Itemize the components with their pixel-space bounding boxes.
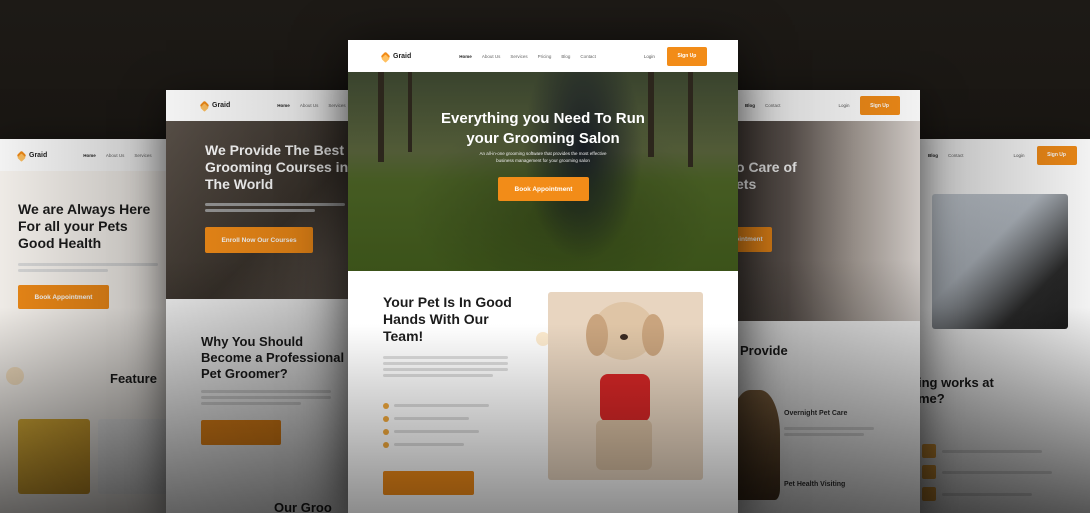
check-icon — [383, 402, 389, 409]
nav-link-blog[interactable]: Blog — [745, 103, 755, 108]
login-link[interactable]: Login — [1014, 153, 1025, 158]
check-icon — [383, 441, 389, 448]
nav-link-contact[interactable]: Contact — [765, 103, 781, 108]
section-description — [201, 390, 331, 408]
nav-links: Home About Us Services Pricing Blog Cont… — [459, 54, 596, 59]
nav-link-blog[interactable]: Blog — [561, 54, 570, 59]
enroll-courses-button[interactable]: Enroll Now Our Courses — [205, 227, 313, 253]
login-link[interactable]: Login — [839, 103, 850, 108]
hero-title: We are Always Here For all your Pets Goo… — [18, 201, 151, 252]
service-item[interactable]: Pet Health Visiting — [784, 481, 874, 488]
nav-link-services[interactable]: Services — [510, 54, 527, 59]
nav-link-blog[interactable]: Blog — [928, 153, 938, 158]
hero-banner: Everything you Need To Run your Grooming… — [348, 72, 738, 271]
logo: Graid — [380, 51, 412, 61]
nav-links: Home About Us Services — [83, 153, 151, 158]
nav-link-contact[interactable]: Contact — [580, 54, 596, 59]
nav-link-contact[interactable]: Contact — [948, 153, 964, 158]
signup-button[interactable]: Sign Up — [666, 46, 707, 66]
dog-ear-right — [642, 314, 664, 356]
nav-link-home[interactable]: Home — [83, 153, 96, 158]
logo-icon — [16, 150, 27, 160]
section-title: Your Pet Is In Good Hands With Our Team! — [383, 294, 512, 345]
section-title: Why You Should Become a Professional Pet… — [201, 334, 345, 381]
bottom-section-title: Our Groo — [274, 500, 332, 513]
feature-checklist — [383, 397, 489, 449]
service-item[interactable]: Overnight Pet Care — [784, 410, 874, 417]
template-preview-center: Graid Home About Us Services Pricing Blo… — [348, 40, 738, 513]
section-title: ing works at me? — [918, 375, 994, 406]
check-icon — [383, 428, 389, 435]
signup-button[interactable]: Sign Up — [859, 96, 900, 115]
section-button[interactable] — [201, 420, 281, 445]
nav-links: Home About Us Services — [277, 103, 345, 108]
nav-link-about[interactable]: About Us — [482, 54, 501, 59]
navbar: Graid Home About Us Services Pricing Blo… — [348, 40, 738, 72]
section-description — [383, 356, 508, 380]
nav-link-services[interactable]: Services — [134, 153, 151, 158]
logo-icon — [199, 100, 210, 111]
steps-list — [922, 441, 1052, 505]
paw-icon — [6, 367, 24, 385]
nav-links: Blog Contact — [745, 103, 781, 108]
hero-title: Everything you Need To Run your Grooming… — [441, 110, 645, 147]
brand-name: Graid — [29, 151, 48, 159]
template-preview-right-outer: Blog Contact Login Sign Up ing works at … — [900, 139, 1090, 513]
nav-link-services[interactable]: Services — [328, 103, 345, 108]
section-title: Provide — [740, 343, 788, 358]
template-preview-left-outer: Graid Home About Us Services We are Alwa… — [0, 139, 190, 513]
logo: Graid — [16, 150, 48, 160]
service-list: Overnight Pet Care Pet Health Visiting — [784, 410, 874, 488]
signup-button[interactable]: Sign Up — [1036, 145, 1077, 165]
dog-sweater — [600, 374, 650, 422]
dog-ear-left — [586, 314, 608, 356]
hero-title: We Provide The Best Grooming Courses in … — [205, 142, 349, 193]
login-link[interactable]: Login — [644, 54, 655, 59]
navbar: Blog Contact Login Sign Up — [900, 139, 1090, 171]
brand-name: Graid — [212, 102, 231, 109]
hero-photo-groomer — [932, 194, 1068, 329]
dog-legs — [596, 420, 652, 470]
nav-link-home[interactable]: Home — [277, 103, 290, 108]
check-icon — [383, 415, 389, 422]
nav-link-home[interactable]: Home — [459, 54, 472, 59]
hero-subtitle: An all-in-one grooming software that pro… — [479, 151, 607, 163]
book-appointment-button[interactable]: Book Appointment — [498, 177, 589, 201]
book-appointment-button[interactable]: Book Appointment — [18, 285, 109, 309]
navbar: Graid Home About Us Services — [0, 139, 190, 171]
dog-photo — [548, 292, 703, 480]
feature-image-tools — [98, 419, 170, 494]
nav-links: Blog Contact — [928, 153, 964, 158]
nav-link-about[interactable]: About Us — [300, 103, 319, 108]
hero-title: o Care of ets — [736, 159, 797, 193]
features-title: Feature — [110, 371, 157, 386]
hero-description — [205, 203, 345, 215]
logo: Graid — [199, 100, 231, 111]
dog-nose — [620, 334, 628, 340]
section-button[interactable] — [383, 471, 474, 495]
hero-description — [18, 263, 168, 275]
brand-name: Graid — [393, 52, 412, 60]
logo-icon — [380, 51, 391, 61]
feature-image-dog — [18, 419, 90, 494]
nav-link-about[interactable]: About Us — [106, 153, 125, 158]
nav-link-pricing[interactable]: Pricing — [538, 54, 552, 59]
